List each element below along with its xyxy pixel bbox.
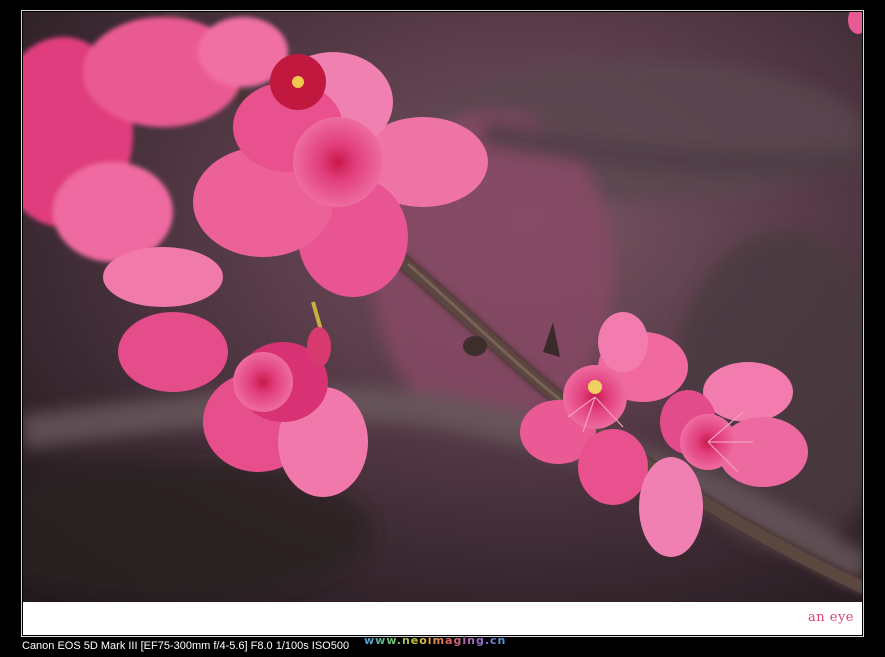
photographer-signature: an eye: [808, 610, 854, 625]
caption-bar: an eye: [23, 602, 862, 635]
site-watermark: www.neoimaging.cn: [364, 634, 507, 647]
cherry-blossom-image: [23, 12, 862, 602]
exif-info: Canon EOS 5D Mark III [EF75-300mm f/4-5.…: [22, 640, 350, 652]
photo: [23, 12, 862, 602]
